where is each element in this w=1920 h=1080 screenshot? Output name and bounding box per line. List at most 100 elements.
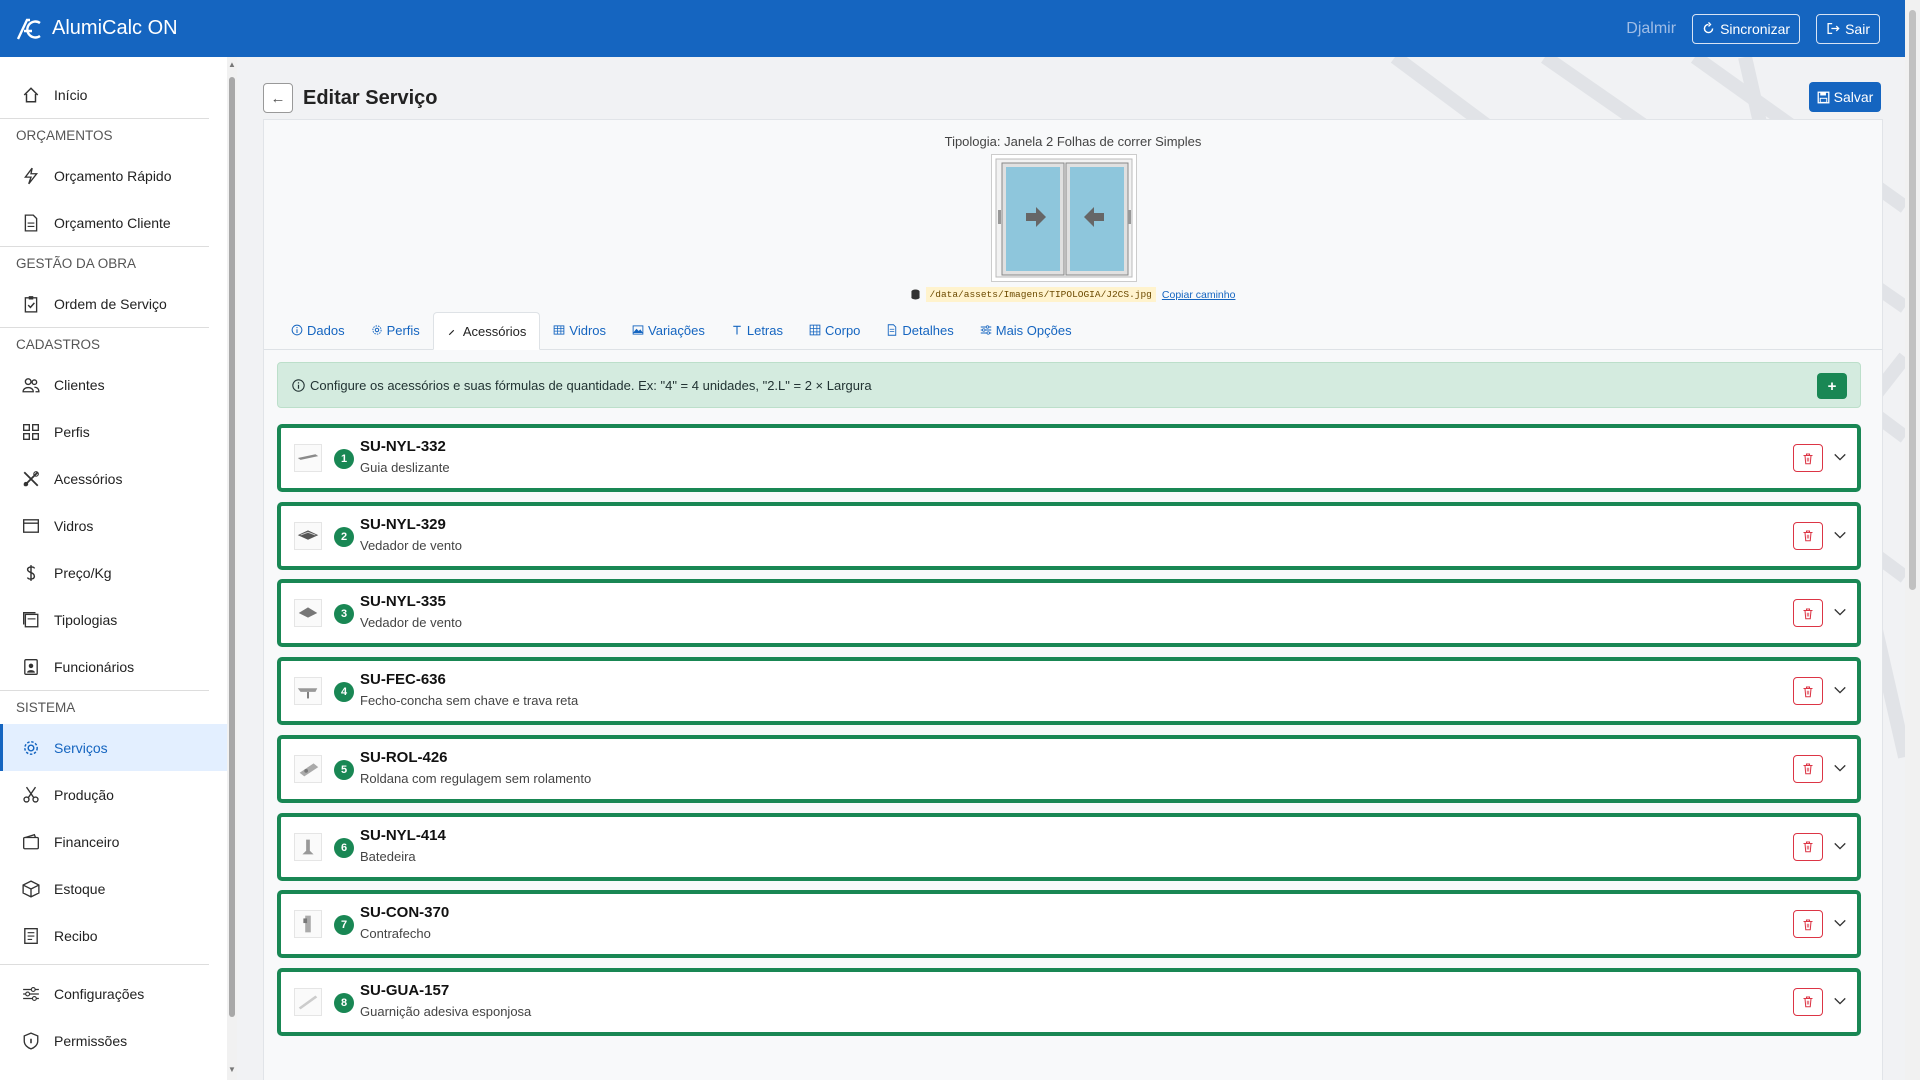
page-title: Editar Serviço xyxy=(303,86,438,109)
nav-item[interactable]: Recibo xyxy=(0,912,227,959)
scroll-up-icon[interactable]: ▲ xyxy=(228,60,236,69)
nav-item[interactable]: Clientes xyxy=(0,361,227,408)
home-icon xyxy=(23,86,39,102)
delete-accessory-button[interactable] xyxy=(1793,832,1823,861)
badge-icon xyxy=(24,658,38,675)
chevron-down-icon[interactable] xyxy=(1833,916,1847,930)
nav-item[interactable]: Estoque xyxy=(0,865,227,912)
save-button[interactable]: Salvar xyxy=(1809,82,1881,112)
box-icon xyxy=(22,879,40,898)
nav-item[interactable]: Vidros xyxy=(0,502,227,549)
main-content: ← Editar Serviço Salvar Tipologia: Janel… xyxy=(245,57,1905,1080)
trash-icon xyxy=(1803,452,1813,464)
accessory-number: 1 xyxy=(334,449,354,469)
nav-item[interactable]: Orçamento Cliente xyxy=(0,199,227,246)
nav-item[interactable]: Serviços xyxy=(0,724,227,771)
delete-accessory-button[interactable] xyxy=(1793,444,1823,472)
delete-accessory-button[interactable] xyxy=(1793,677,1823,706)
info-alert: Configure os acessórios e suas fórmulas … xyxy=(277,362,1861,408)
nav-item[interactable]: Acessórios xyxy=(0,455,227,502)
accessory-description: Fecho-concha sem chave e trava reta xyxy=(360,693,579,709)
nav-item[interactable]: Orçamento Rápido xyxy=(0,152,227,199)
delete-accessory-button[interactable] xyxy=(1793,754,1823,783)
accessory-code: SU-GUA-157 xyxy=(360,981,450,999)
tab-vidros[interactable]: Vidros xyxy=(540,311,619,349)
tab-acessrios[interactable]: Acessórios xyxy=(432,312,541,350)
accessory-item[interactable]: 5 SU-ROL-426 Roldana com regulagem sem rol… xyxy=(277,734,1861,803)
accessory-item[interactable]: 2 SU-NYL-329 Vedador de vento xyxy=(277,501,1861,570)
tab-detalhes[interactable]: Detalhes xyxy=(873,311,966,349)
sidebar-scroll-thumb[interactable] xyxy=(229,77,235,1017)
accessory-code: SU-NYL-335 xyxy=(360,593,446,611)
trash-icon xyxy=(1803,686,1813,697)
chevron-down-icon[interactable] xyxy=(1833,839,1847,853)
page-scrollbar[interactable] xyxy=(1905,0,1920,1080)
shield-icon xyxy=(23,1031,39,1050)
tab-maisopes[interactable]: Mais Opções xyxy=(967,311,1085,349)
chevron-down-icon[interactable] xyxy=(1833,528,1847,542)
tab-label: Detalhes xyxy=(902,322,954,338)
nav-item[interactable]: Funcionários xyxy=(0,643,227,690)
nav-label: Produção xyxy=(54,786,114,803)
grid-icon xyxy=(23,423,39,440)
accessory-code: SU-CON-370 xyxy=(360,904,450,922)
stack-icon xyxy=(23,611,39,627)
scroll-down-icon[interactable]: ▼ xyxy=(228,1065,236,1074)
nav-item[interactable]: Ordem de Serviço xyxy=(0,280,227,327)
accessory-item[interactable]: 3 SU-NYL-335 Vedador de vento xyxy=(277,579,1861,648)
delete-accessory-button[interactable] xyxy=(1793,910,1823,939)
back-button[interactable]: ← xyxy=(263,83,293,113)
tools-icon xyxy=(23,470,39,486)
delete-accessory-button[interactable] xyxy=(1793,599,1823,628)
gear-icon xyxy=(24,740,38,755)
add-accessory-button[interactable]: + xyxy=(1817,373,1847,399)
page-scroll-thumb[interactable] xyxy=(1909,10,1916,590)
logout-icon xyxy=(1827,22,1840,35)
database-icon xyxy=(910,289,920,300)
accessory-item[interactable]: 4 SU-FEC-636 Fecho-concha sem chave e trav… xyxy=(277,657,1861,726)
tab-variaes[interactable]: Variações xyxy=(619,311,718,349)
accessory-thumbnail xyxy=(294,599,322,628)
image-path: /data/assets/Imagens/TIPOLOGIA/J2CS.jpg xyxy=(925,287,1156,302)
copy-path-link[interactable]: Copiar caminho xyxy=(1162,289,1236,301)
accessory-item[interactable]: 8 SU-GUA-157 Guarnição adesiva esponjosa xyxy=(277,967,1861,1036)
accessory-thumbnail xyxy=(294,910,322,939)
accessory-item[interactable]: 6 SU-NYL-414 Batedeira xyxy=(277,812,1861,881)
tab-label: Variações xyxy=(648,322,705,338)
accessory-description: Batedeira xyxy=(360,848,416,864)
tab-letras[interactable]: Letras xyxy=(718,311,796,349)
accessory-item[interactable]: 7 SU-CON-370 Contrafecho xyxy=(277,890,1861,959)
chevron-down-icon[interactable] xyxy=(1833,450,1847,464)
nav-label: Perfis xyxy=(54,423,90,440)
tab-label: Corpo xyxy=(825,322,861,338)
tab-dados[interactable]: Dados xyxy=(278,311,358,349)
nav-item[interactable]: Preço/Kg xyxy=(0,549,227,596)
chevron-down-icon[interactable] xyxy=(1833,683,1847,697)
delete-accessory-button[interactable] xyxy=(1793,521,1823,550)
brand[interactable]: AlumiCalc ON xyxy=(16,17,178,41)
nav-item[interactable]: Produção xyxy=(0,771,227,818)
nav-item[interactable]: Tipologias xyxy=(0,596,227,643)
chevron-down-icon[interactable] xyxy=(1833,994,1847,1008)
sync-button[interactable]: Sincronizar xyxy=(1692,13,1801,44)
chevron-down-icon[interactable] xyxy=(1833,605,1847,619)
sidebar-scrollbar[interactable]: ▲ ▼ xyxy=(227,57,237,1080)
nav-item[interactable]: Financeiro xyxy=(0,818,227,865)
tab-corpo[interactable]: Corpo xyxy=(796,311,873,349)
accessory-code: SU-ROL-426 xyxy=(360,748,448,766)
accessory-item[interactable]: 1 SU-NYL-332 Guia deslizante xyxy=(277,424,1861,492)
logout-button[interactable]: Sair xyxy=(1816,13,1880,44)
nav-home[interactable]: Início xyxy=(0,71,227,118)
nav-item[interactable]: Configurações xyxy=(0,970,227,1017)
tab-label: Letras xyxy=(746,322,783,338)
nav-label: Início xyxy=(54,86,88,103)
nav-item[interactable]: Perfis xyxy=(0,408,227,455)
delete-accessory-button[interactable] xyxy=(1793,987,1823,1016)
tab-perfis[interactable]: Perfis xyxy=(358,311,433,349)
chevron-down-icon[interactable] xyxy=(1833,761,1847,775)
nav-item[interactable]: Permissões xyxy=(0,1017,227,1064)
nav-label: Vidros xyxy=(54,517,94,534)
tab-label: Vidros xyxy=(569,322,607,338)
nav-label: Orçamento Rápido xyxy=(54,167,172,184)
clipboard-check-icon xyxy=(24,295,38,313)
